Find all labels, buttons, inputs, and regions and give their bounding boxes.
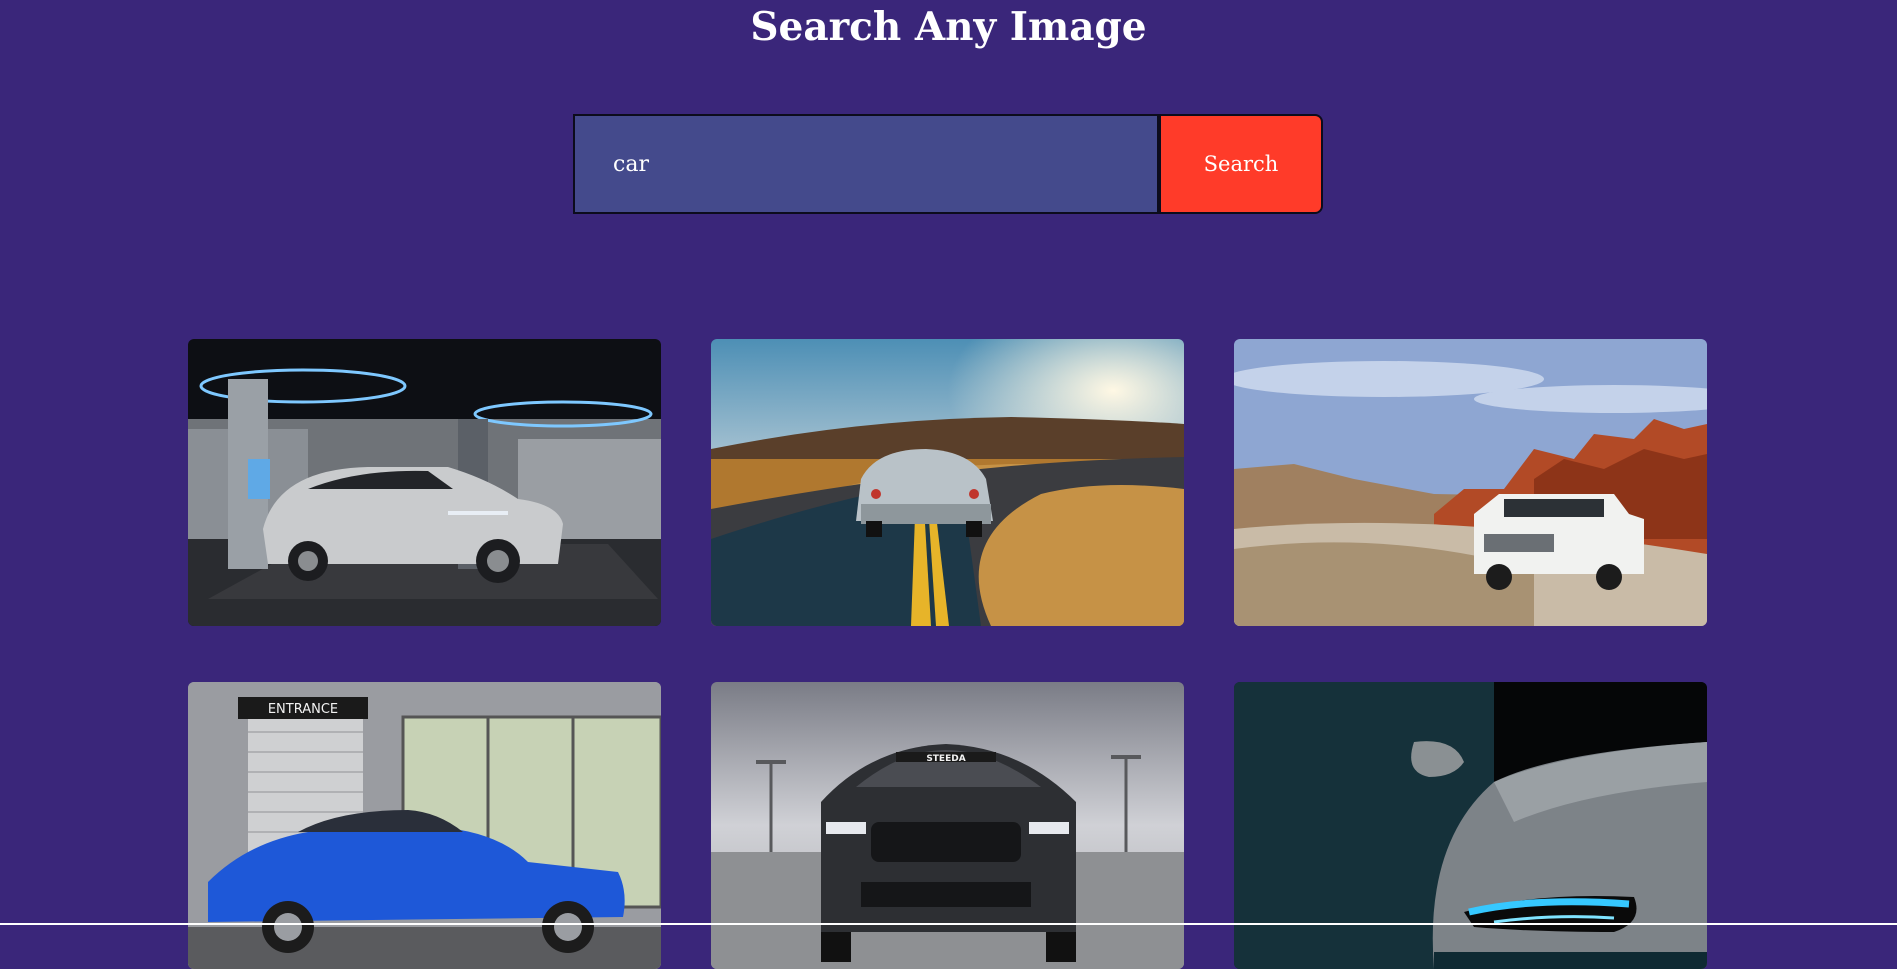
white-suv-desert-image bbox=[1234, 339, 1707, 626]
search-form: Search bbox=[573, 114, 1323, 214]
windshield-banner-text: STEEDA bbox=[926, 754, 965, 764]
search-input[interactable] bbox=[573, 114, 1157, 214]
black-muscle-car-image: STEEDA bbox=[711, 682, 1184, 969]
sports-car-road-image bbox=[711, 339, 1184, 626]
blue-coupe-entrance-image: ENTRANCE bbox=[188, 682, 661, 969]
page-title: Search Any Image bbox=[750, 4, 1147, 50]
result-image-4[interactable]: ENTRANCE bbox=[188, 682, 661, 969]
ev-charging-car-image bbox=[188, 339, 661, 626]
result-image-5[interactable]: STEEDA bbox=[711, 682, 1184, 969]
result-image-6[interactable] bbox=[1234, 682, 1707, 969]
entrance-sign-text: ENTRANCE bbox=[268, 702, 338, 717]
result-image-2[interactable] bbox=[711, 339, 1184, 626]
headlight-closeup-image bbox=[1234, 682, 1707, 969]
result-image-3[interactable] bbox=[1234, 339, 1707, 626]
search-button[interactable]: Search bbox=[1157, 114, 1323, 214]
result-image-1[interactable] bbox=[188, 339, 661, 626]
